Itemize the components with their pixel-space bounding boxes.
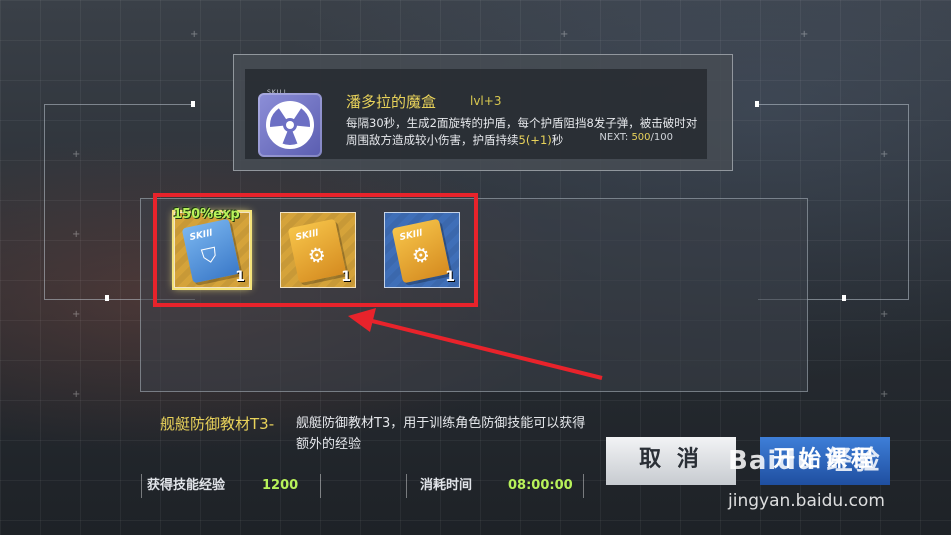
watermark-url: jingyan.baidu.com xyxy=(728,491,885,511)
next-exp: NEXT: 500/100 xyxy=(599,132,673,143)
plus-marker: + xyxy=(880,389,889,400)
highlight-frame xyxy=(153,193,478,307)
next-current: 500 xyxy=(631,132,651,143)
skill-desc-suffix: 秒 xyxy=(551,133,564,147)
skill-name: 潘多拉的魔盒 xyxy=(346,93,437,111)
plus-marker: + xyxy=(560,29,569,40)
time-cost-label: 消耗时间 xyxy=(420,478,473,493)
time-cost-value: 08:00:00 xyxy=(508,478,573,493)
material-description: 舰艇防御教材T3，用于训练角色防御技能可以获得额外的经验 xyxy=(296,416,586,452)
frame-tick xyxy=(105,295,109,301)
plus-marker: + xyxy=(190,29,199,40)
skill-info-inner: SKILL 潘多拉的魔盒 lvl+3 每隔30秒，生成2面旋转的护盾，每个护盾阻… xyxy=(245,69,707,159)
next-total: /100 xyxy=(650,132,673,143)
time-cost-stat: 消耗时间 08:00:00 xyxy=(406,474,584,498)
watermark: Baidu 经验 jingyan.baidu.com xyxy=(728,440,938,511)
exp-gain-label: 获得技能经验 xyxy=(147,478,226,493)
plus-marker: + xyxy=(800,29,809,40)
frame-tick xyxy=(842,295,846,301)
skill-level: lvl+3 xyxy=(470,94,502,108)
skill-info-panel: SKILL 潘多拉的魔盒 lvl+3 每隔30秒，生成2面旋转的护盾，每个护盾阻… xyxy=(233,54,733,171)
plus-marker: + xyxy=(72,309,81,320)
plus-marker: + xyxy=(72,389,81,400)
watermark-brand: Baidu 经验 xyxy=(728,446,881,476)
exp-gain-stat: 获得技能经验 1200 xyxy=(141,474,321,498)
material-name: 舰艇防御教材T3- xyxy=(160,415,275,433)
frame-tick xyxy=(191,101,195,107)
skill-desc-highlight: 5(+1) xyxy=(518,133,552,147)
cancel-button[interactable]: 取 消 xyxy=(606,437,736,485)
frame-tick xyxy=(755,101,759,107)
radiation-icon xyxy=(258,93,322,157)
exp-gain-value: 1200 xyxy=(262,478,299,493)
next-label: NEXT: xyxy=(599,132,629,143)
plus-marker: + xyxy=(880,309,889,320)
pointer-arrow-icon xyxy=(348,308,603,380)
